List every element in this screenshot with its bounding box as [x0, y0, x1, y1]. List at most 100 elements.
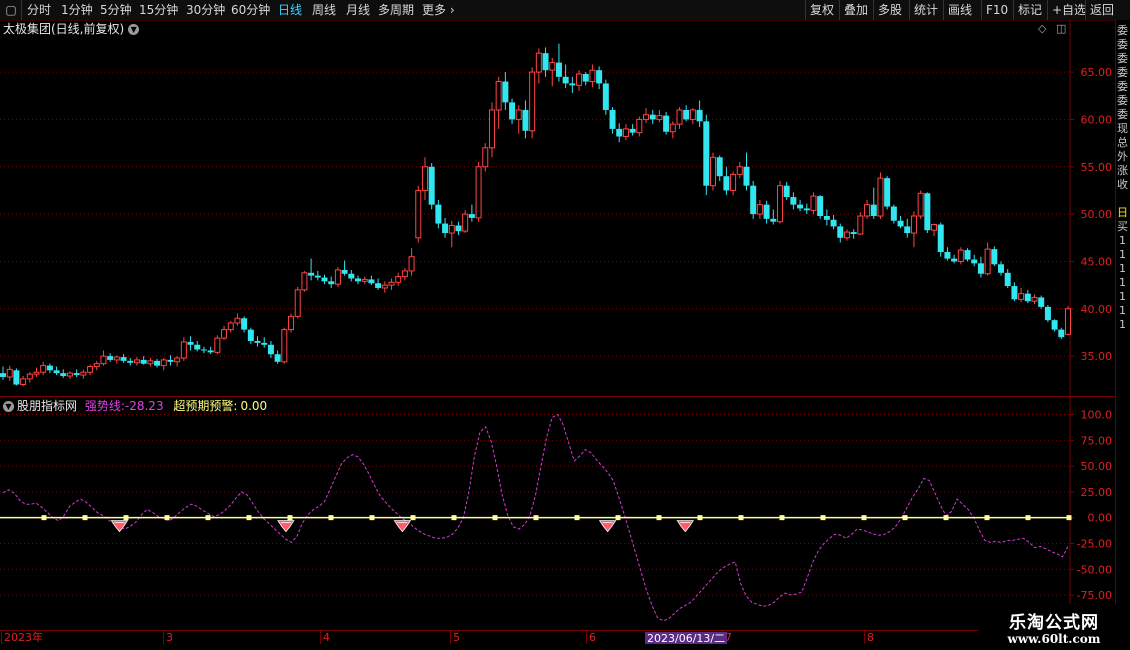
candle-body — [60, 373, 67, 377]
candle-body — [616, 128, 623, 137]
side-char: 委 — [1117, 66, 1128, 79]
price-tick-label: 55.00 — [1081, 161, 1113, 174]
candle-body — [455, 225, 462, 232]
candle-body — [267, 344, 274, 355]
side-char: 现 — [1117, 122, 1128, 135]
candle-body — [736, 166, 743, 175]
candle-body — [649, 114, 656, 120]
candle-body — [1024, 293, 1031, 302]
candle-body — [582, 73, 589, 82]
candle-body — [529, 71, 536, 132]
zero-line-marker — [574, 515, 580, 521]
candle-body — [683, 109, 690, 120]
zero-line-marker — [820, 515, 826, 521]
candle-body — [40, 365, 47, 373]
candle-body — [160, 359, 167, 367]
candle-body — [984, 248, 991, 275]
candle-body — [53, 370, 60, 374]
date-label: 5 — [453, 631, 460, 644]
candle-body — [140, 359, 147, 364]
side-char: 委 — [1117, 80, 1128, 93]
side-char: 委 — [1117, 52, 1128, 65]
indicator-tick-label: 75.00 — [1081, 434, 1113, 447]
date-label: 2023年 — [4, 631, 43, 644]
zero-line-marker — [779, 515, 785, 521]
candle-body — [6, 368, 13, 378]
side-char: 收 — [1117, 178, 1128, 191]
candle-body — [442, 223, 449, 234]
candle-body — [797, 204, 804, 209]
candle-body — [227, 322, 234, 331]
candle-body — [924, 193, 931, 231]
candle-body — [1065, 308, 1071, 335]
candle-body — [421, 166, 428, 191]
candle-body — [375, 283, 382, 288]
candle-body — [361, 278, 368, 282]
chart-canvas[interactable]: 65.00 60.00 55.00 50.00 45.00 40.00 35.00 100.0… — [0, 0, 1115, 630]
candle-body — [850, 232, 857, 234]
candle-body — [589, 69, 596, 83]
side-char: 1 — [1119, 318, 1126, 331]
zero-line-marker — [943, 515, 949, 521]
zero-line-marker — [738, 515, 744, 521]
price-tick-label: 60.00 — [1081, 113, 1113, 126]
candle-body — [221, 329, 228, 339]
candle-body — [13, 370, 20, 385]
candle-body — [730, 173, 737, 191]
candle-body — [127, 360, 134, 363]
candle-body — [401, 270, 408, 278]
candle-body — [1004, 272, 1011, 287]
zero-line-marker — [615, 515, 621, 521]
candle-body — [669, 123, 676, 133]
candle-body — [214, 337, 221, 353]
candle-body — [502, 81, 509, 103]
candle-body — [355, 278, 361, 282]
candle-body — [696, 109, 703, 122]
candle-body — [810, 195, 817, 211]
date-tick — [864, 631, 865, 645]
zero-line-marker — [246, 515, 252, 521]
candle-body — [857, 215, 864, 235]
indicator-tick-label: -50.00 — [1077, 563, 1112, 576]
candle-body — [643, 114, 650, 120]
candle-body — [435, 204, 442, 224]
candle-body — [890, 206, 897, 221]
candle-body — [864, 204, 871, 217]
candle-body — [964, 250, 971, 260]
candle-body — [703, 121, 710, 186]
side-char: 买 — [1117, 220, 1128, 233]
candle-body — [823, 216, 830, 220]
indicator-tick-label: 50.00 — [1081, 460, 1113, 473]
side-char: 外 — [1117, 150, 1128, 163]
zero-line-marker — [205, 515, 211, 521]
candle-body — [509, 102, 516, 120]
side-char: 涨 — [1117, 164, 1128, 177]
zero-line-marker — [328, 515, 334, 521]
candle-body — [542, 53, 549, 71]
candle-body — [368, 279, 375, 284]
zero-line-marker — [861, 515, 867, 521]
zero-line-marker — [410, 515, 416, 521]
candle-body — [20, 378, 27, 386]
candle-body — [314, 275, 321, 278]
watermark: 乐淘公式网 www.60lt.com — [978, 604, 1130, 650]
candle-body — [120, 357, 127, 361]
candle-body — [247, 329, 254, 341]
candle-body — [194, 344, 201, 350]
candle-body — [167, 359, 174, 362]
candle-body — [837, 226, 844, 238]
candle-body — [576, 73, 583, 86]
candle-body — [133, 359, 140, 364]
candle-body — [281, 329, 288, 363]
candle-body — [897, 220, 904, 227]
candle-body — [468, 214, 475, 218]
candle-body — [241, 318, 248, 330]
price-tick-label: 65.00 — [1081, 66, 1113, 79]
candle-body — [957, 249, 964, 262]
candle-body — [1018, 293, 1025, 300]
candle-body — [408, 256, 415, 272]
candle-body — [113, 356, 120, 361]
candle-body — [910, 215, 917, 234]
candle-body — [622, 128, 629, 137]
candle-body — [1011, 286, 1018, 300]
